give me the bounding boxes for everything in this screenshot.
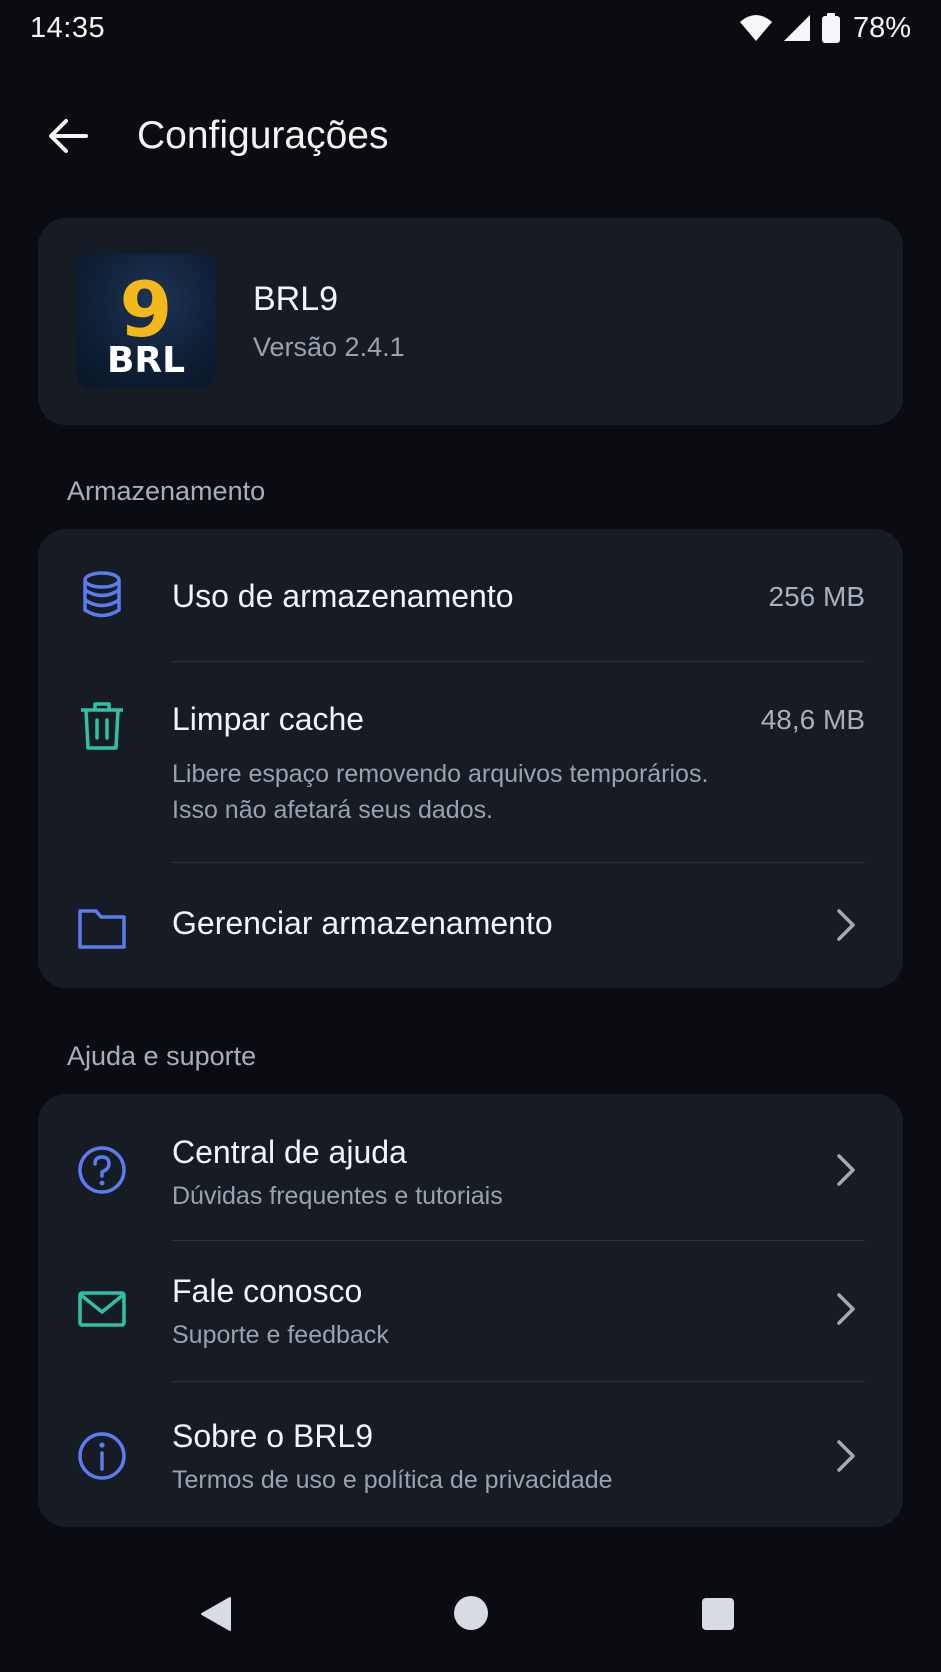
- app-name: BRL9: [253, 280, 339, 318]
- status-time: 14:35: [30, 11, 106, 44]
- about-subtitle: Termos de uso e política de privacidade: [172, 1466, 613, 1494]
- help-center-row[interactable]: Central de ajuda Dúvidas frequentes e tu…: [38, 1094, 903, 1240]
- help-center-title: Central de ajuda: [172, 1134, 407, 1170]
- chevron-right-icon: [837, 1154, 855, 1186]
- help-center-subtitle: Dúvidas frequentes e tutoriais: [172, 1182, 503, 1210]
- nav-home-icon[interactable]: [452, 1594, 490, 1632]
- nav-back-icon[interactable]: [198, 1594, 234, 1634]
- info-icon: [78, 1432, 126, 1480]
- clear-cache-description-line2: Isso não afetará seus dados.: [172, 796, 494, 824]
- storage-usage-row[interactable]: Uso de armazenamento 256 MB: [38, 529, 903, 661]
- help-circle-icon: [78, 1146, 126, 1194]
- contact-subtitle: Suporte e feedback: [172, 1321, 389, 1349]
- chevron-right-icon: [837, 909, 855, 941]
- manage-storage-row[interactable]: Gerenciar armazenamento: [38, 863, 903, 988]
- clear-cache-title: Limpar cache: [172, 701, 365, 737]
- page-title: Configurações: [137, 114, 389, 157]
- back-button[interactable]: [44, 112, 92, 160]
- arrow-left-icon: [49, 119, 88, 153]
- storage-usage-value: 256 MB: [768, 581, 866, 612]
- about-title: Sobre o BRL9: [172, 1418, 374, 1454]
- section-label-support: Ajuda e suporte: [67, 1041, 257, 1071]
- chevron-right-icon: [837, 1293, 855, 1325]
- about-row[interactable]: Sobre o BRL9 Termos de uso e política de…: [38, 1382, 903, 1527]
- nav-recent-apps-icon[interactable]: [700, 1596, 736, 1632]
- contact-row[interactable]: Fale conosco Suporte e feedback: [38, 1241, 903, 1381]
- app-version: Versão 2.4.1: [253, 332, 405, 362]
- chevron-right-icon: [837, 1440, 855, 1472]
- manage-storage-title: Gerenciar armazenamento: [172, 905, 553, 941]
- logo-text: BRL: [107, 340, 185, 381]
- app-info-card: 9 BRL BRL9 Versão 2.4.1: [38, 218, 903, 425]
- mail-icon: [78, 1291, 126, 1327]
- contact-title: Fale conosco: [172, 1273, 363, 1309]
- trash-icon: [81, 702, 123, 750]
- status-bar: 14:35 78%: [0, 0, 941, 56]
- battery-percentage: 78%: [852, 11, 911, 44]
- section-label-storage: Armazenamento: [67, 476, 266, 506]
- battery-icon: [821, 13, 841, 43]
- signal-icon: [783, 14, 811, 42]
- clear-cache-value: 48,6 MB: [760, 704, 865, 735]
- database-icon: [83, 571, 121, 618]
- clear-cache-row[interactable]: Limpar cache 48,6 MB Libere espaço remov…: [38, 662, 903, 862]
- clear-cache-description-line1: Libere espaço removendo arquivos temporá…: [172, 760, 709, 788]
- app-bar: Configurações: [0, 100, 941, 172]
- wifi-icon: [739, 14, 773, 42]
- support-card: Central de ajuda Dúvidas frequentes e tu…: [38, 1094, 903, 1527]
- system-nav-bar: [0, 1580, 941, 1672]
- storage-card: Uso de armazenamento 256 MB Limpar cache…: [38, 529, 903, 988]
- status-icons: 78%: [739, 12, 911, 45]
- storage-usage-title: Uso de armazenamento: [172, 578, 514, 614]
- app-logo: 9 BRL: [76, 254, 216, 388]
- folder-icon: [78, 909, 126, 949]
